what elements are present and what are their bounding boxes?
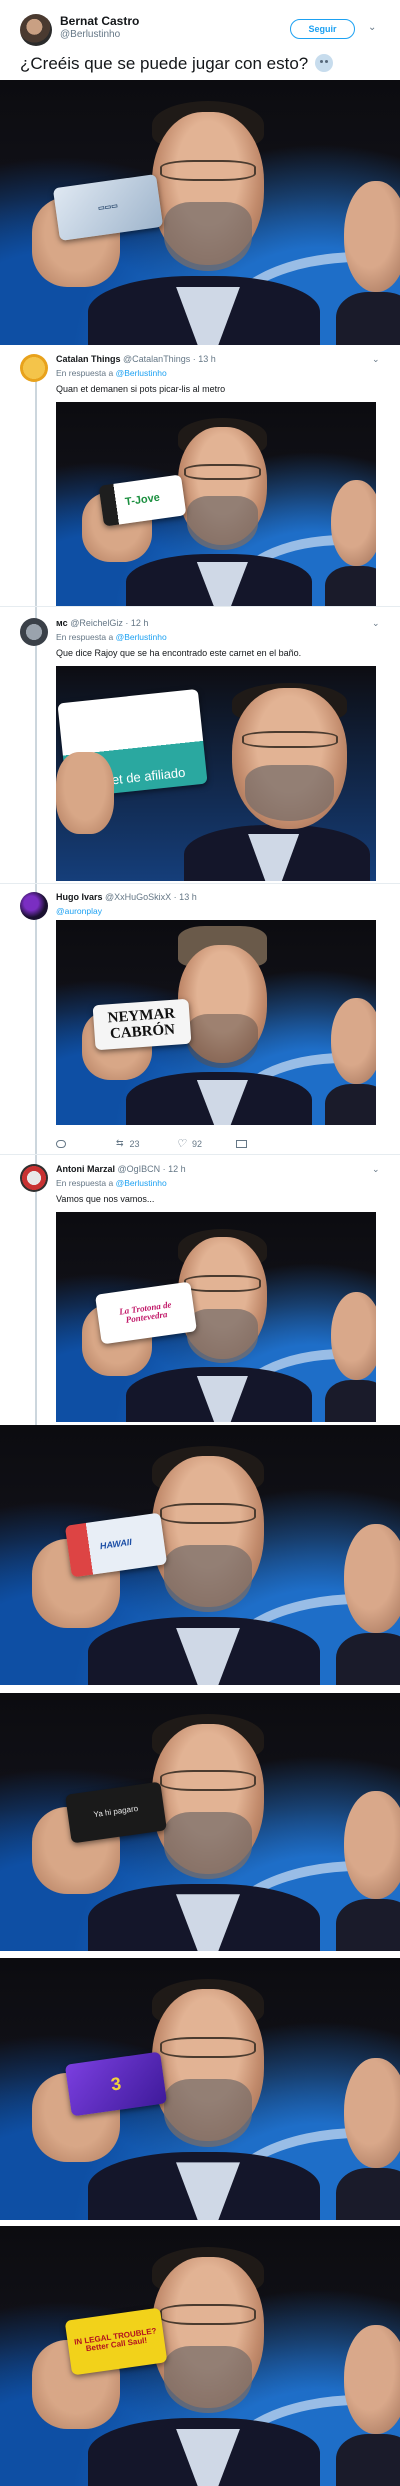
reply-avatar[interactable]	[20, 892, 48, 920]
chevron-down-icon[interactable]: ⌄	[372, 354, 380, 365]
main-tweet-photo[interactable]: ▭▭▭	[0, 80, 400, 345]
reply-text: Vamos que nos vamos...	[56, 1194, 155, 1204]
card-text: T-Jove	[124, 491, 161, 508]
reply-antoni-marzal: Antoni Marzal @OgIBCN · 12 h ⌄ En respue…	[0, 1160, 400, 1430]
like-count: 92	[192, 1138, 203, 1149]
author-avatar[interactable]	[20, 14, 52, 46]
reply-text: Quan et demanen si pots picar-lis al met…	[56, 384, 226, 394]
reply-icon	[56, 1139, 66, 1148]
in-reply-prefix: En respuesta a	[56, 368, 114, 378]
reply-text: Que dice Rajoy que se ha encontrado este…	[56, 648, 302, 658]
like-action[interactable]: 92	[176, 1137, 236, 1150]
in-reply-to: En respuesta a @Berlustinho	[56, 368, 167, 378]
reply-author-name[interactable]: Hugo Ivars	[56, 892, 103, 902]
reply-photo[interactable]: carnet de afiliado	[56, 666, 376, 881]
author-name[interactable]: Bernat Castro	[60, 14, 139, 28]
message-action[interactable]	[236, 1138, 296, 1149]
reply-avatar[interactable]	[20, 354, 48, 382]
card-text: 3	[109, 2072, 123, 2094]
reply-avatar[interactable]	[20, 618, 48, 646]
main-tweet-text: ¿Creéis que se puede jugar con esto?	[20, 54, 333, 74]
tweet-actions: ⇆ 23 92	[56, 1137, 356, 1150]
in-reply-link[interactable]: @Berlustinho	[116, 632, 167, 642]
reply-avatar[interactable]	[20, 1164, 48, 1192]
reply-photo[interactable]: T-Jove	[56, 402, 376, 607]
reply-mc: ᴍᴄ @ReichelGiz · 12 h ⌄ En respuesta a @…	[0, 614, 400, 884]
extra-photo-2[interactable]: Ya hi pagaro	[0, 1693, 400, 1951]
tweet-thread-screenshot: Bernat Castro @Berlustinho Seguir ⌄ ¿Cre…	[0, 0, 400, 2486]
extra-photo-4[interactable]: IN LEGAL TROUBLE? Better Call Saul!	[0, 2226, 400, 2486]
reply-author[interactable]: Hugo Ivars @XxHuGoSkixX · 13 h	[56, 892, 197, 902]
card-text: La Trotona de Pontevedra	[118, 1298, 172, 1325]
reply-author-handle[interactable]: @ReichelGiz · 12 h	[70, 618, 148, 628]
chevron-down-icon[interactable]: ⌄	[372, 1164, 380, 1175]
reply-photo[interactable]: La Trotona de Pontevedra	[56, 1212, 376, 1422]
reply-author-name[interactable]: ᴍᴄ	[56, 618, 68, 628]
held-card: NEYMAR CABRÓN	[92, 998, 192, 1051]
mention-link[interactable]: @auronplay	[56, 906, 102, 916]
in-reply-prefix: En respuesta a	[56, 632, 114, 642]
divider	[0, 1154, 400, 1155]
confused-face-emoji-icon	[314, 54, 333, 72]
reply-author-name[interactable]: Antoni Marzal	[56, 1164, 115, 1174]
card-text: IN LEGAL TROUBLE? Better Call Saul!	[73, 2326, 158, 2354]
reply-author-handle[interactable]: @OgIBCN · 12 h	[118, 1164, 186, 1174]
card-text: HAWAII	[99, 1536, 133, 1552]
reply-hugo-ivars: Hugo Ivars @XxHuGoSkixX · 13 h @auronpla…	[0, 888, 400, 1158]
in-reply-to: En respuesta a @Berlustinho	[56, 1178, 167, 1188]
tweet-text: ¿Creéis que se puede jugar con esto?	[20, 54, 309, 73]
in-reply-to: En respuesta a @Berlustinho	[56, 632, 167, 642]
reply-action[interactable]	[56, 1138, 116, 1149]
reply-photo[interactable]: NEYMAR CABRÓN	[56, 920, 376, 1125]
reply-author-handle[interactable]: @XxHuGoSkixX · 13 h	[105, 892, 197, 902]
chevron-down-icon[interactable]: ⌄	[368, 22, 376, 33]
in-reply-link[interactable]: @Berlustinho	[116, 368, 167, 378]
retweet-action[interactable]: ⇆ 23	[116, 1138, 176, 1149]
reply-catalan-things: Catalan Things @CatalanThings · 13 h ⌄ E…	[0, 350, 400, 620]
in-reply-link[interactable]: @Berlustinho	[116, 1178, 167, 1188]
reply-author-handle[interactable]: @CatalanThings · 13 h	[123, 354, 216, 364]
extra-photo-1[interactable]: HAWAII	[0, 1425, 400, 1685]
reply-author[interactable]: ᴍᴄ @ReichelGiz · 12 h	[56, 618, 148, 628]
follow-button[interactable]: Seguir	[290, 19, 355, 39]
card-text: NEYMAR CABRÓN	[107, 1005, 177, 1042]
reply-author-name[interactable]: Catalan Things	[56, 354, 121, 364]
author-handle[interactable]: @Berlustinho	[60, 29, 120, 40]
heart-icon	[176, 1137, 186, 1150]
retweet-count: 23	[129, 1138, 140, 1149]
extra-photo-3[interactable]: 3	[0, 1958, 400, 2220]
reply-author[interactable]: Antoni Marzal @OgIBCN · 12 h	[56, 1164, 186, 1174]
divider	[0, 883, 400, 884]
retweet-icon: ⇆	[116, 1138, 124, 1148]
card-text: Ya hi pagaro	[93, 1804, 139, 1820]
chevron-down-icon[interactable]: ⌄	[372, 618, 380, 629]
main-tweet-header: Bernat Castro @Berlustinho Seguir ⌄	[0, 0, 400, 50]
in-reply-prefix: En respuesta a	[56, 1178, 114, 1188]
mail-icon	[236, 1139, 247, 1148]
reply-author[interactable]: Catalan Things @CatalanThings · 13 h	[56, 354, 216, 364]
divider	[0, 606, 400, 607]
